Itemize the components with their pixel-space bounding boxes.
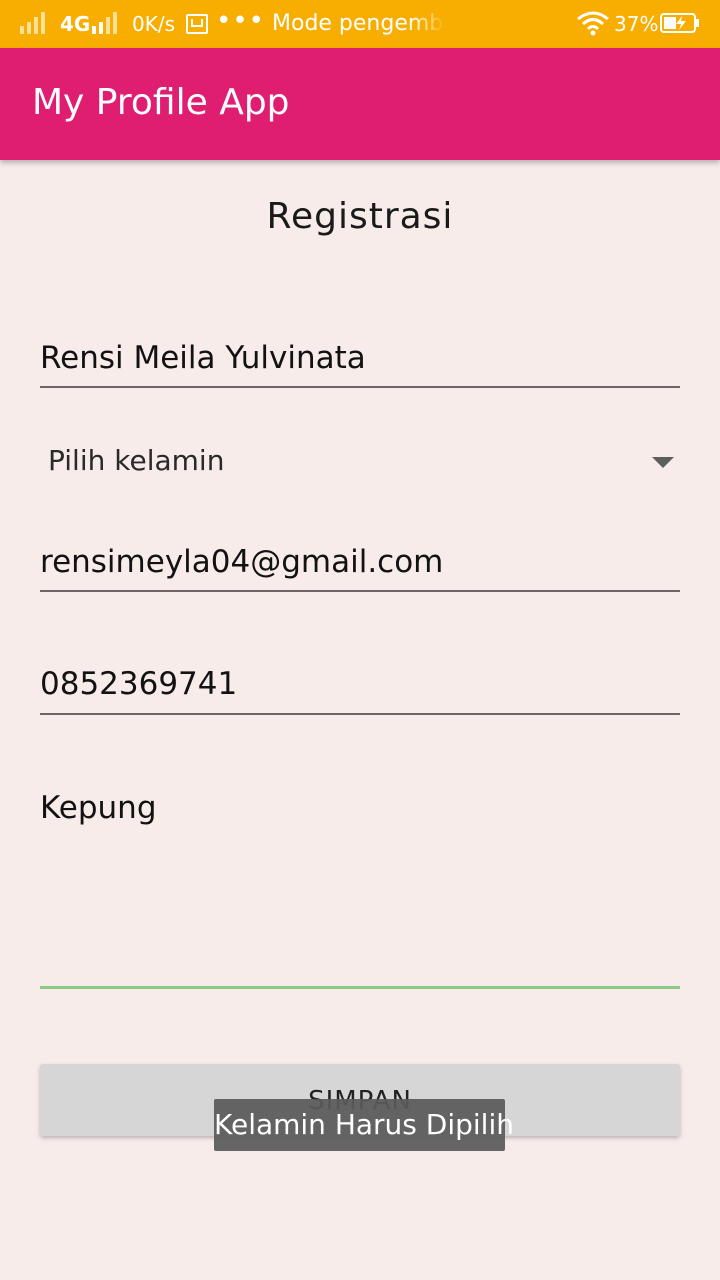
signal-icon xyxy=(92,12,122,40)
status-bar: 4G 0K/s ••• Mode pengembang 37% xyxy=(0,0,720,48)
toast-message: Kelamin Harus Dipilih xyxy=(214,1099,514,1151)
mail-icon xyxy=(186,14,208,34)
name-input[interactable]: Rensi Meila Yulvinata xyxy=(40,340,680,384)
email-input[interactable]: rensimeyla04@gmail.com xyxy=(40,544,680,588)
gender-spinner-label: Pilih kelamin xyxy=(48,444,225,477)
more-dots-icon: ••• xyxy=(216,6,266,36)
network-type: 4G xyxy=(60,12,91,36)
notification-text: Mode pengembang xyxy=(272,11,446,36)
dropdown-arrow-icon[interactable] xyxy=(652,457,674,468)
battery-percent: 37% xyxy=(614,12,659,36)
app-title: My Profile App xyxy=(32,82,290,123)
email-field[interactable]: rensimeyla04@gmail.com xyxy=(40,544,680,592)
address-input[interactable]: Kepung xyxy=(40,790,680,834)
phone-input[interactable]: 0852369741 xyxy=(40,666,680,710)
battery-charging-icon xyxy=(660,13,700,33)
wifi-icon xyxy=(576,10,610,36)
phone-field[interactable]: 0852369741 xyxy=(40,666,680,715)
form-title: Registrasi xyxy=(266,196,454,237)
name-field[interactable]: Rensi Meila Yulvinata xyxy=(40,340,680,388)
gender-spinner[interactable]: Pilih kelamin xyxy=(40,440,680,490)
network-speed: 0K/s xyxy=(132,12,175,36)
address-field[interactable]: Kepung xyxy=(40,790,680,989)
app-bar: My Profile App xyxy=(0,48,720,160)
signal-icon xyxy=(20,12,48,40)
